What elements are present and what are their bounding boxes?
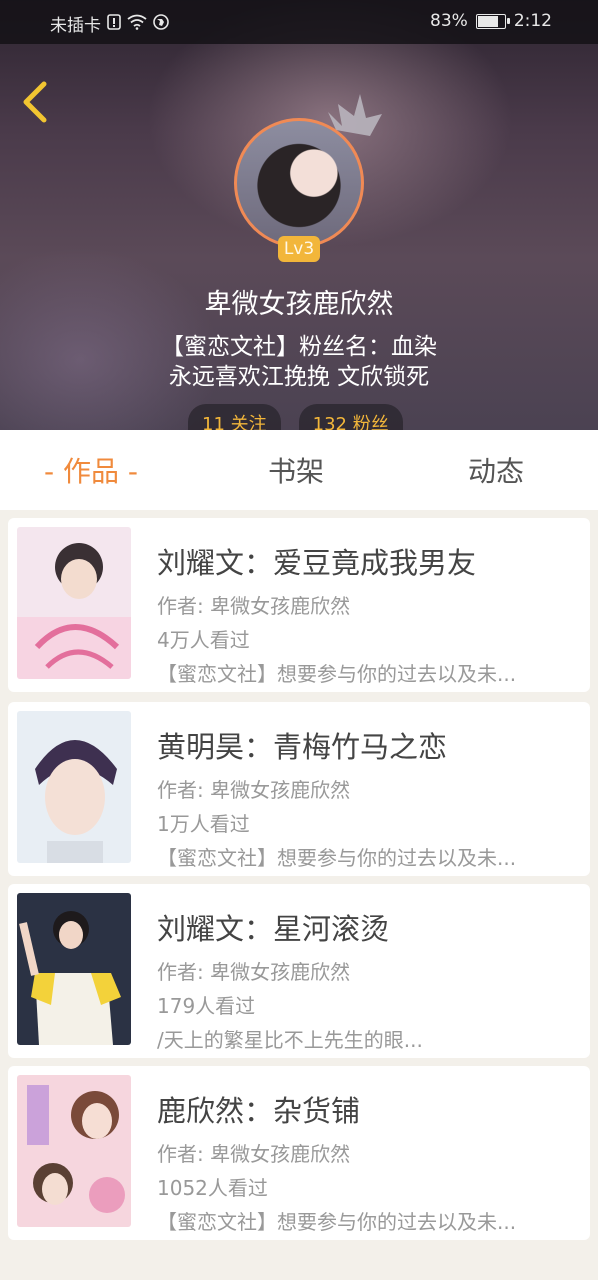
username: 卑微女孩鹿欣然	[204, 289, 394, 320]
followers-button[interactable]: 132 粉丝	[298, 404, 403, 430]
back-button[interactable]	[18, 78, 54, 126]
bio: 【蜜恋文社】粉丝名：血染 永远喜欢江挽挽 文欣锁死	[0, 332, 598, 392]
globe-icon	[153, 13, 169, 34]
carrier-text: 未插卡	[50, 16, 101, 36]
profile-header: 未插卡 83% 2:12 Lv3 卑微女孩鹿欣然 【蜜恋文社】粉丝名：血染 永远…	[0, 0, 598, 430]
book-author: 作者: 卑微女孩鹿欣然	[157, 1142, 351, 1166]
book-cover	[17, 893, 131, 1045]
book-card[interactable]: 鹿欣然：杂货铺 作者: 卑微女孩鹿欣然 1052人看过 【蜜恋文社】想要参与你的…	[8, 1066, 590, 1240]
book-title: 刘耀文：星河滚烫	[157, 912, 390, 946]
status-bar: 未插卡 83% 2:12	[0, 0, 598, 44]
book-views: 4万人看过	[157, 628, 250, 652]
book-card[interactable]: 刘耀文：星河滚烫 作者: 卑微女孩鹿欣然 179人看过 /天上的繁星比不上先生的…	[8, 884, 590, 1058]
book-cover	[17, 527, 131, 679]
bio-line-2: 永远喜欢江挽挽 文欣锁死	[168, 364, 430, 390]
book-author: 作者: 卑微女孩鹿欣然	[157, 960, 351, 984]
stats-row: 11 关注 132 粉丝	[188, 404, 403, 430]
book-card[interactable]: 刘耀文：爱豆竟成我男友 作者: 卑微女孩鹿欣然 4万人看过 【蜜恋文社】想要参与…	[8, 518, 590, 692]
avatar-image	[234, 118, 364, 248]
book-author: 作者: 卑微女孩鹿欣然	[157, 778, 351, 802]
bio-line-1: 【蜜恋文社】粉丝名：血染	[161, 334, 437, 360]
battery-icon	[475, 13, 510, 29]
tab-bookshelf[interactable]: 书架	[268, 450, 324, 490]
chevron-left-icon	[23, 81, 47, 123]
book-description: 【蜜恋文社】想要参与你的过去以及未...	[157, 662, 517, 686]
book-card[interactable]: 黄明昊：青梅竹马之恋 作者: 卑微女孩鹿欣然 1万人看过 【蜜恋文社】想要参与你…	[8, 702, 590, 876]
book-views: 1万人看过	[157, 812, 250, 836]
book-views: 1052人看过	[157, 1176, 268, 1200]
book-cover	[17, 711, 131, 863]
tab-bar: - 作品 - 书架 动态	[0, 430, 598, 510]
book-cover	[17, 1075, 131, 1227]
book-description: /天上的繁星比不上先生的眼...	[157, 1028, 423, 1052]
book-title: 鹿欣然：杂货铺	[157, 1094, 361, 1128]
level-badge: Lv3	[278, 236, 320, 262]
avatar[interactable]	[234, 118, 364, 248]
book-description: 【蜜恋文社】想要参与你的过去以及未...	[157, 1210, 517, 1234]
battery-percent: 83%	[430, 11, 468, 31]
wifi-icon	[127, 14, 147, 34]
clock: 2:12	[513, 11, 552, 31]
book-title: 刘耀文：爱豆竟成我男友	[157, 546, 477, 580]
book-title: 黄明昊：青梅竹马之恋	[157, 730, 448, 764]
tab-works[interactable]: - 作品 -	[44, 450, 138, 490]
book-author: 作者: 卑微女孩鹿欣然	[157, 594, 351, 618]
following-button[interactable]: 11 关注	[188, 404, 281, 430]
sim-alert-icon	[107, 13, 121, 34]
book-description: 【蜜恋文社】想要参与你的过去以及未...	[157, 846, 517, 870]
tab-activity[interactable]: 动态	[468, 450, 524, 490]
book-views: 179人看过	[157, 994, 256, 1018]
